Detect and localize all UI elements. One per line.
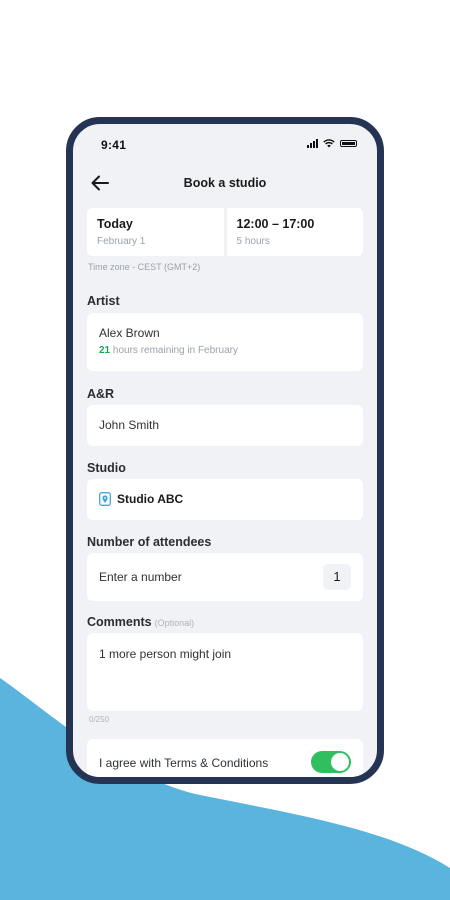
date-sub: February 1 [97,236,146,247]
comments-label: Comments (Optional) [87,615,194,629]
status-bar: 9:41 [73,124,377,164]
status-icons [307,139,357,148]
date-main: Today [97,217,133,231]
toggle-knob [331,753,349,771]
attendees-input[interactable]: Enter a number 1 [87,553,363,601]
time-sub: 5 hours [236,236,270,247]
wifi-icon [323,139,335,148]
studio-name: Studio ABC [117,492,184,506]
date-selector[interactable]: Today February 1 [87,208,224,256]
char-counter: 0/250 [89,715,110,724]
optional-tag: (Optional) [154,618,195,628]
status-time: 9:41 [101,138,127,152]
page-title: Book a studio [183,176,267,190]
comments-label-text: Comments [87,615,152,629]
comments-textarea[interactable]: 1 more person might join [87,633,363,711]
phone-frame: 9:41 Book a studio Today February 1 12:0… [66,117,384,784]
artist-hours: 21 hours remaining in February [99,345,363,356]
time-main: 12:00 – 17:00 [236,217,315,231]
ar-name: John Smith [99,418,160,432]
date-time-card: Today February 1 12:00 – 17:00 5 hours [87,208,363,256]
ar-label: A&R [87,387,115,401]
attendees-count[interactable]: 1 [323,564,351,590]
terms-row: I agree with Terms & Conditions [87,739,363,777]
studio-field[interactable]: Studio ABC [87,479,363,520]
terms-toggle[interactable] [311,751,351,773]
ar-field[interactable]: John Smith [87,405,363,446]
time-selector[interactable]: 12:00 – 17:00 5 hours [223,208,364,256]
timezone-label: Time zone - CEST (GMT+2) [88,262,201,272]
artist-field[interactable]: Alex Brown 21 hours remaining in Februar… [87,313,363,371]
attendees-label: Number of attendees [87,535,212,549]
hours-count: 21 [99,345,111,356]
artist-name: Alex Brown [99,326,160,340]
comments-value: 1 more person might join [99,647,232,661]
app-screen: 9:41 Book a studio Today February 1 12:0… [73,124,377,777]
signal-icon [307,139,318,148]
app-header: Book a studio [73,166,377,200]
artist-label: Artist [87,294,120,308]
map-pin-icon [99,492,111,506]
terms-label: I agree with Terms & Conditions [99,756,269,770]
battery-icon [340,140,357,147]
studio-label: Studio [87,461,126,475]
hours-text: hours remaining in February [110,345,238,356]
